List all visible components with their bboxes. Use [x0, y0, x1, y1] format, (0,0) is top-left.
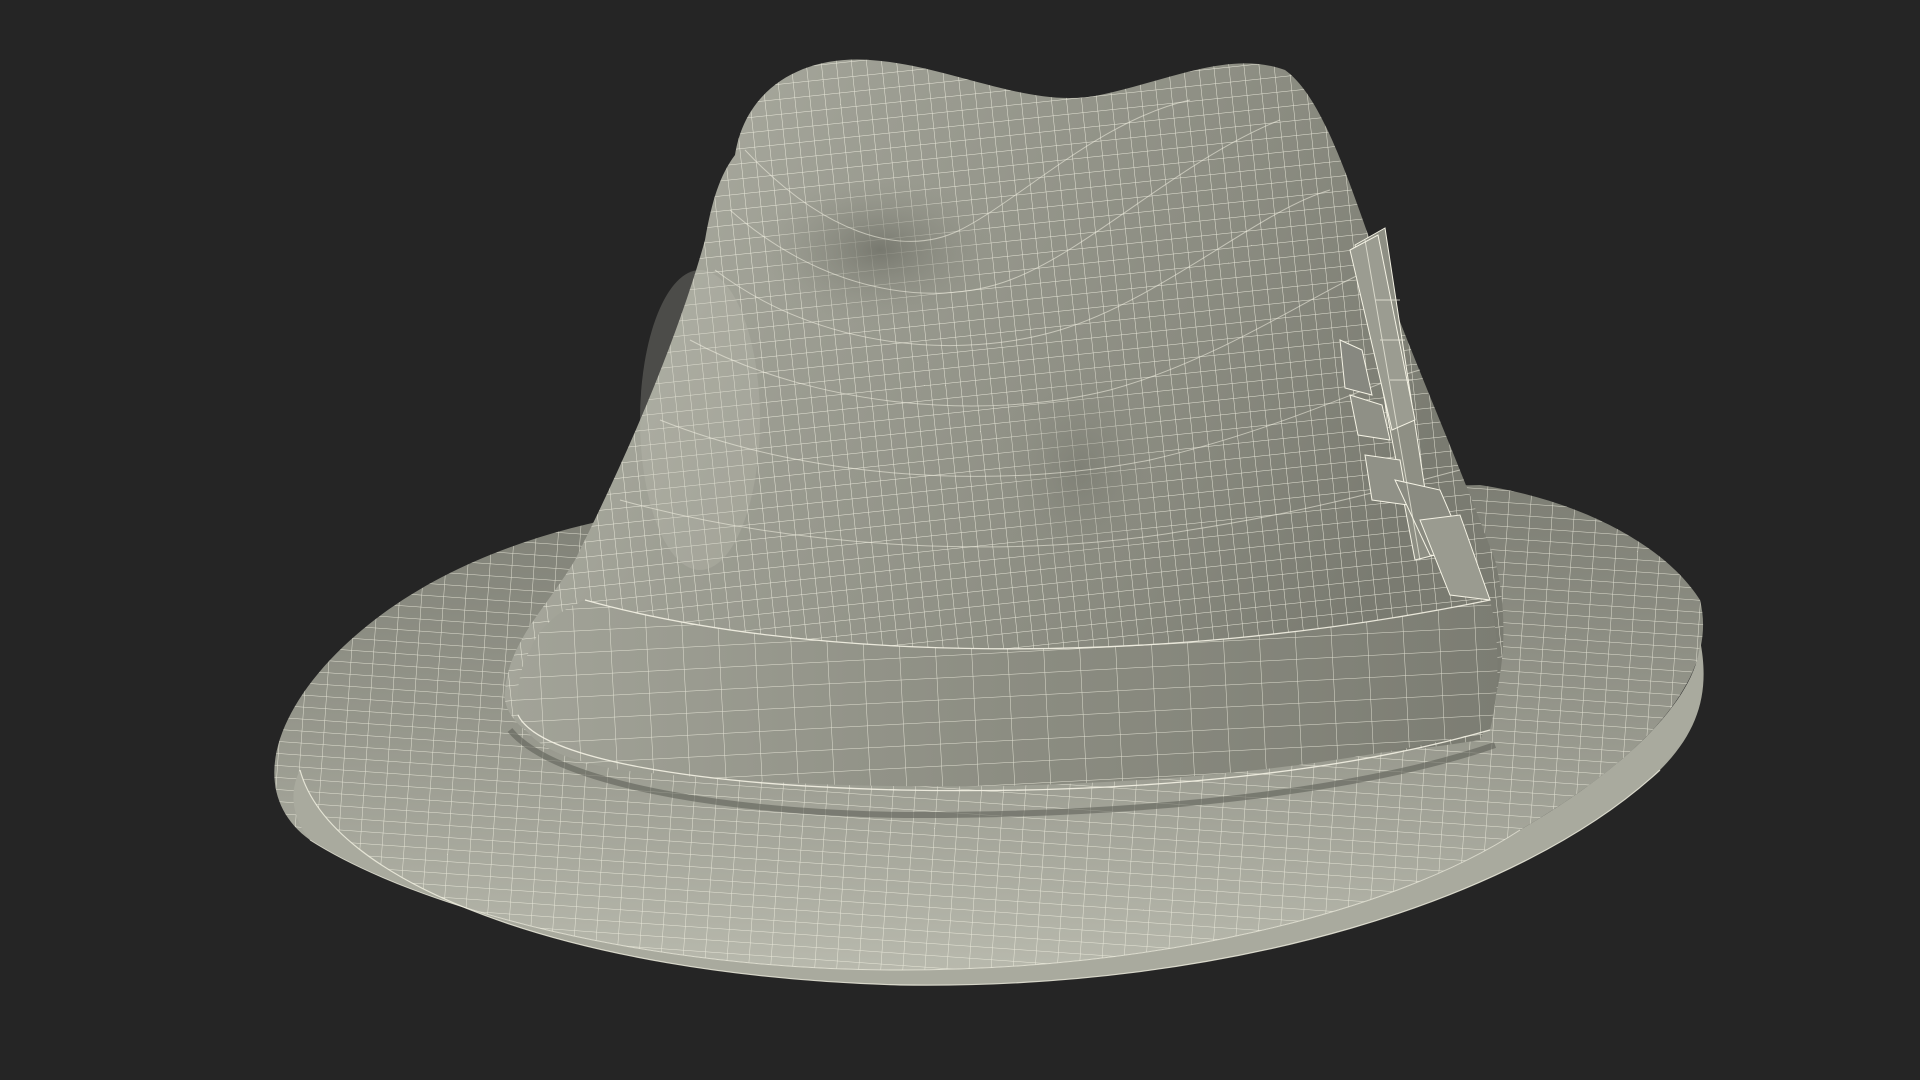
3d-viewport[interactable]	[0, 0, 1920, 1080]
hat-render	[274, 59, 1704, 986]
pinch-dent	[760, 175, 1000, 325]
